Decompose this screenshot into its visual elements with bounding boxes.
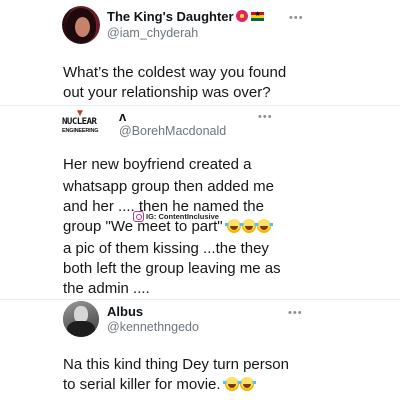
tweet-text-line: both left the group leaving me as	[63, 260, 281, 277]
laughing-emoji-icon	[239, 219, 258, 233]
avatar-coat	[67, 321, 95, 337]
more-options-icon[interactable]: •••	[258, 111, 273, 123]
display-name[interactable]: Albus	[107, 304, 143, 319]
avatar[interactable]	[63, 301, 99, 337]
tweet-text-line: a pic of them kissing ...the they	[63, 240, 269, 257]
laughing-emoji-icon	[237, 377, 256, 391]
tweet-text-line: whatsapp group then added me	[63, 178, 274, 195]
divider	[0, 299, 400, 300]
laughing-emoji-icon	[254, 219, 273, 233]
instagram-icon	[133, 210, 144, 222]
logo-text-line1: NUCLEAR	[62, 117, 97, 127]
flower-emoji-icon	[235, 10, 248, 22]
avatar-face	[75, 17, 90, 37]
nuclear-engineering-logo-icon[interactable]: ▼ NUCLEAR ENGINEERING	[62, 108, 104, 142]
tweet-text-line: to serial killer for movie.	[63, 374, 256, 396]
avatar[interactable]	[62, 6, 100, 44]
more-options-icon[interactable]: •••	[289, 12, 304, 24]
tweet-text-line: the admin ....	[63, 280, 150, 297]
display-name[interactable]: The King's Daughter	[107, 9, 264, 24]
tweet-text-line: out your relationship was over?	[63, 84, 271, 101]
logo-text-line2: ENGINEERING	[62, 128, 99, 134]
more-options-icon[interactable]: •••	[288, 307, 303, 319]
display-name[interactable]: ʌ	[119, 109, 126, 124]
divider	[0, 105, 400, 106]
user-handle[interactable]: @iam_chyderah	[107, 26, 198, 40]
user-handle[interactable]: @BorehMacdonald	[119, 124, 226, 138]
tweet-text-line: What’s the coldest way you found	[63, 64, 287, 81]
user-handle[interactable]: @kennethngedo	[107, 320, 199, 334]
laughing-emoji-icon	[224, 219, 243, 233]
watermark-text: IG: ContentInclusive	[146, 211, 219, 221]
laughing-emoji-icon	[222, 377, 241, 391]
tweet-text-fragment: to serial killer for movie.	[63, 376, 221, 393]
display-name-text: The King's Daughter	[107, 9, 234, 24]
ghana-flag-icon	[250, 10, 264, 21]
tweet-text-line: Her new boyfriend created a	[63, 156, 252, 173]
watermark: IG: ContentInclusive	[133, 209, 219, 223]
tweet-text-line: Na this kind thing Dey turn person	[63, 356, 289, 373]
